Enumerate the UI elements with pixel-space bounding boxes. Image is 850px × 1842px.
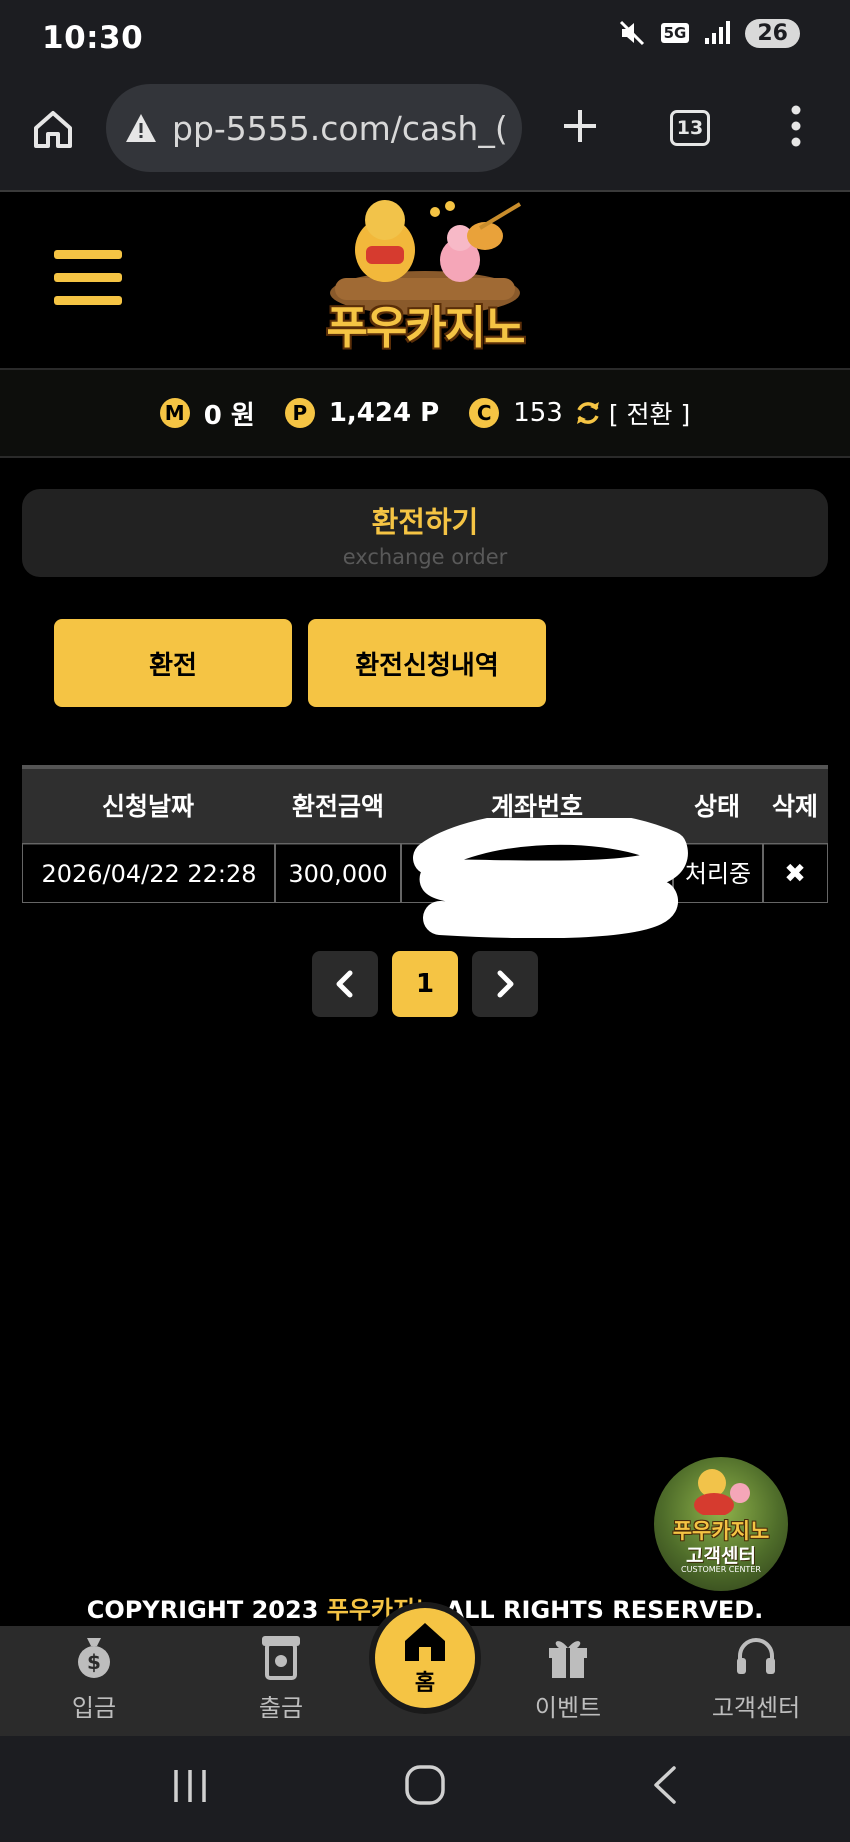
coin-icon: C	[469, 398, 500, 428]
coin-balance: 153	[513, 398, 563, 428]
nav-event-label: 이벤트	[534, 1694, 602, 1722]
address-bar[interactable]: pp-5555.com/cash_(	[106, 84, 522, 172]
nav-home-button[interactable]: 홈	[375, 1608, 475, 1708]
new-tab-icon[interactable]	[560, 106, 600, 146]
logo-text: 푸우카지노	[326, 301, 525, 354]
money-bag-icon: $	[78, 1638, 110, 1678]
nav-withdraw[interactable]: 출금	[221, 1634, 341, 1723]
signal-icon	[705, 21, 731, 44]
recent-apps-icon[interactable]	[170, 1766, 210, 1806]
mascot-icon	[694, 1469, 750, 1515]
chevron-left-icon	[336, 970, 353, 998]
more-menu-icon[interactable]	[786, 104, 806, 148]
column-header-delete: 삭제	[771, 792, 818, 821]
site-header: 푸우카지노	[0, 192, 850, 368]
column-header-date: 신청날짜	[101, 792, 194, 821]
nav-event[interactable]: 이벤트	[508, 1634, 628, 1723]
network-5g-icon: 5G	[660, 23, 690, 43]
cell-amount: 300,000	[274, 843, 402, 903]
prev-page-button[interactable]	[312, 951, 378, 1017]
status-icons: 5G 26	[617, 18, 800, 48]
refresh-icon[interactable]	[573, 398, 603, 428]
exchange-history-button[interactable]: 환전신청내역	[308, 619, 546, 707]
money-coin-icon: M	[159, 398, 190, 428]
page-title: 환전하기	[371, 505, 479, 539]
exchange-button[interactable]: 환전	[54, 619, 292, 707]
redaction-mark	[413, 818, 688, 938]
column-header-amount: 환전금액	[291, 792, 384, 821]
cs-badge-label: 고객센터	[686, 1545, 756, 1567]
page-subtitle: exchange order	[342, 545, 508, 569]
back-icon[interactable]	[650, 1764, 680, 1806]
nav-withdraw-label: 출금	[258, 1694, 304, 1722]
cs-badge-sublabel: CUSTOMER CENTER	[681, 1565, 761, 1574]
status-bar: 10:30 5G 26	[0, 0, 850, 78]
nav-support[interactable]: 고객센터	[696, 1634, 816, 1723]
tab-switcher-button[interactable]: 13	[670, 110, 710, 146]
home-icon	[405, 1623, 445, 1661]
chevron-right-icon	[497, 970, 514, 998]
convert-button[interactable]: [ 전환 ]	[609, 395, 690, 431]
android-nav-bar	[0, 1736, 850, 1842]
nav-deposit-label: 입금	[71, 1694, 117, 1722]
point-coin-icon: P	[284, 398, 315, 428]
gift-icon	[549, 1641, 587, 1678]
nav-home-label: 홈	[414, 1671, 436, 1696]
svg-text:$: $	[87, 1650, 101, 1674]
battery-indicator: 26	[745, 18, 800, 48]
copyright-prefix: COPYRIGHT 2023	[86, 1596, 327, 1624]
browser-toolbar: pp-5555.com/cash_( 13	[0, 78, 850, 192]
exchange-title-card: 환전하기 exchange order	[22, 489, 828, 577]
money-balance: 0 원	[203, 400, 255, 431]
delete-row-button[interactable]: ✖	[762, 843, 828, 903]
mute-icon	[619, 20, 644, 46]
copyright-suffix: ALL RIGHTS RESERVED.	[437, 1596, 764, 1624]
site-logo[interactable]: 푸우카지노	[300, 198, 550, 366]
headset-icon	[737, 1638, 775, 1674]
customer-center-badge[interactable]: 푸우카지노 고객센터 CUSTOMER CENTER	[654, 1457, 788, 1591]
nav-support-label: 고객센터	[711, 1694, 801, 1722]
status-time: 10:30	[42, 20, 144, 56]
page-button-1[interactable]: 1	[392, 951, 458, 1017]
hamburger-menu-icon[interactable]	[54, 248, 122, 308]
url-text: pp-5555.com/cash_(	[172, 108, 508, 148]
system-home-icon[interactable]	[404, 1764, 446, 1806]
home-icon[interactable]	[32, 108, 74, 150]
nav-deposit[interactable]: $ 입금	[34, 1634, 154, 1723]
next-page-button[interactable]	[472, 951, 538, 1017]
warning-icon	[126, 114, 156, 142]
point-balance: 1,424 P	[328, 398, 440, 428]
cell-date: 2026/04/22 22:28	[22, 843, 276, 903]
atm-icon	[262, 1636, 300, 1680]
balance-bar: M 0 원 P 1,424 P C 153 [ 전환 ]	[0, 368, 850, 458]
